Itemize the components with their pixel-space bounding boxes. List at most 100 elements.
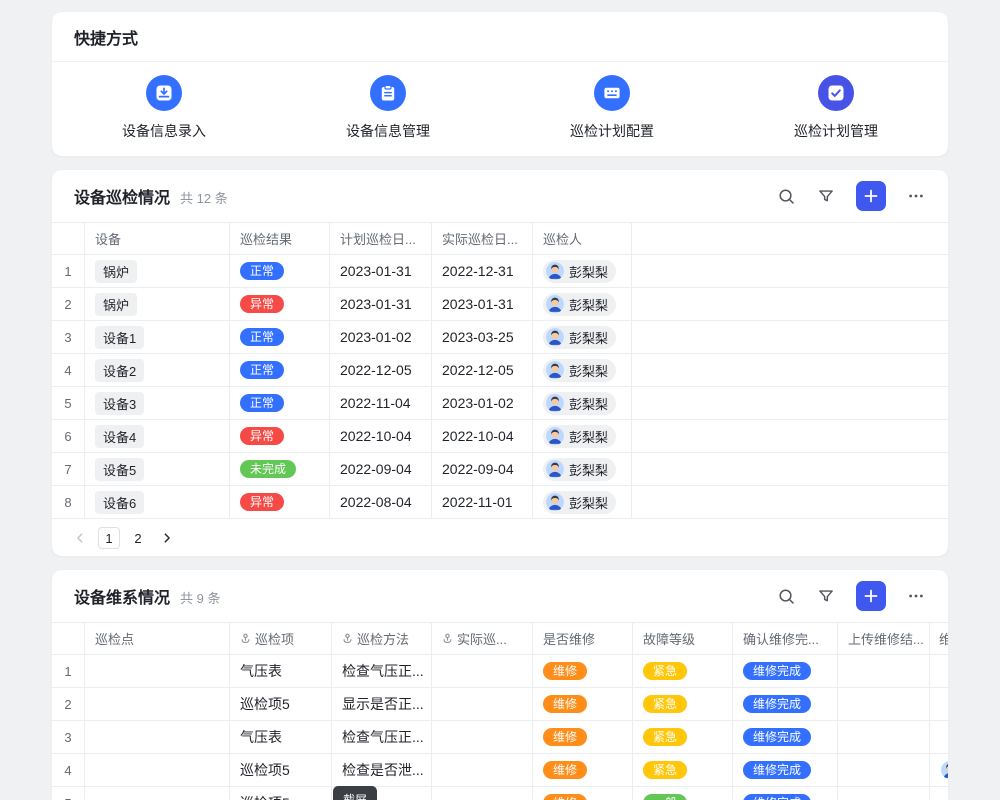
status-badge-cell[interactable]: 紧急: [633, 721, 733, 753]
text-cell[interactable]: 巡检项5: [230, 754, 332, 786]
status-badge-cell[interactable]: 未完成: [230, 453, 330, 485]
column-header[interactable]: 是否维修: [533, 623, 633, 654]
status-badge-cell[interactable]: 维修: [533, 688, 633, 720]
status-badge-cell[interactable]: 正常: [230, 321, 330, 353]
inspector-cell[interactable]: 彭梨梨: [533, 354, 632, 386]
row-index-cell[interactable]: 4: [52, 754, 85, 786]
text-cell[interactable]: 2023-01-02: [432, 387, 533, 419]
empty-cell[interactable]: [838, 655, 930, 687]
more-icon[interactable]: [906, 586, 926, 606]
status-badge-cell[interactable]: 维修完成: [733, 655, 838, 687]
column-header[interactable]: [52, 223, 85, 254]
status-badge-cell[interactable]: 维修完成: [733, 754, 838, 786]
table-row[interactable]: 1锅炉正常2023-01-312022-12-31彭梨梨: [52, 255, 948, 288]
table-row[interactable]: 6设备4异常2022-10-042022-10-04彭梨梨: [52, 420, 948, 453]
table-row[interactable]: 1气压表检查气压正...维修紧急维修完成: [52, 655, 948, 688]
text-cell[interactable]: 检查是否泄...: [332, 754, 432, 786]
shortcut-check[interactable]: 巡检计划管理: [724, 75, 948, 141]
empty-cell[interactable]: [85, 754, 230, 786]
device-cell[interactable]: 设备6: [85, 486, 230, 518]
text-cell[interactable]: 2022-11-01: [432, 486, 533, 518]
table-row[interactable]: 8设备6异常2022-08-042022-11-01彭梨梨: [52, 486, 948, 519]
empty-cell[interactable]: [838, 754, 930, 786]
row-index-cell[interactable]: 4: [52, 354, 85, 386]
text-cell[interactable]: 2022-12-05: [330, 354, 432, 386]
column-header[interactable]: 故障等级: [633, 623, 733, 654]
status-badge-cell[interactable]: 正常: [230, 255, 330, 287]
device-cell[interactable]: 设备4: [85, 420, 230, 452]
text-cell[interactable]: 气压表: [230, 721, 332, 753]
column-header[interactable]: 巡检方法: [332, 623, 432, 654]
status-badge-cell[interactable]: 维修: [533, 754, 633, 786]
shortcut-import[interactable]: 设备信息录入: [52, 75, 276, 141]
text-cell[interactable]: 2022-09-04: [432, 453, 533, 485]
column-header[interactable]: 确认维修完...: [733, 623, 838, 654]
search-icon[interactable]: [776, 586, 796, 606]
status-badge-cell[interactable]: 维修完成: [733, 721, 838, 753]
shortcut-clipboard[interactable]: 设备信息管理: [276, 75, 500, 141]
filter-icon[interactable]: [816, 186, 836, 206]
status-badge-cell[interactable]: 维修: [533, 787, 633, 800]
table-row[interactable]: 2锅炉异常2023-01-312023-01-31彭梨梨: [52, 288, 948, 321]
row-index-cell[interactable]: 6: [52, 420, 85, 452]
inspector-cell[interactable]: [930, 754, 948, 786]
text-cell[interactable]: 2022-11-04: [330, 387, 432, 419]
column-header[interactable]: 实际巡...: [432, 623, 533, 654]
text-cell[interactable]: 检查气压正...: [332, 655, 432, 687]
text-cell[interactable]: 显示是否正...: [332, 688, 432, 720]
table-row[interactable]: 2巡检项5显示是否正...维修紧急维修完成: [52, 688, 948, 721]
column-header[interactable]: 巡检点: [85, 623, 230, 654]
status-badge-cell[interactable]: 异常: [230, 288, 330, 320]
text-cell[interactable]: 2023-01-31: [330, 288, 432, 320]
empty-cell[interactable]: [930, 688, 948, 720]
status-badge-cell[interactable]: 紧急: [633, 688, 733, 720]
inspector-cell[interactable]: 彭梨梨: [533, 387, 632, 419]
empty-cell[interactable]: [930, 721, 948, 753]
status-badge-cell[interactable]: 正常: [230, 354, 330, 386]
column-header[interactable]: 设备: [85, 223, 230, 254]
device-cell[interactable]: 锅炉: [85, 288, 230, 320]
column-header[interactable]: [52, 623, 85, 654]
row-index-cell[interactable]: 2: [52, 288, 85, 320]
empty-cell[interactable]: [85, 721, 230, 753]
status-badge-cell[interactable]: 维修完成: [733, 688, 838, 720]
table-row[interactable]: 4 巡检项5检查是否泄... 维修紧急维修完成: [52, 754, 948, 787]
empty-cell[interactable]: [930, 655, 948, 687]
empty-cell[interactable]: [838, 787, 930, 800]
empty-cell[interactable]: [85, 787, 230, 800]
status-badge-cell[interactable]: 正常: [230, 387, 330, 419]
text-cell[interactable]: 2022-12-05: [432, 354, 533, 386]
status-badge-cell[interactable]: 一般: [633, 787, 733, 800]
row-index-cell[interactable]: 3: [52, 321, 85, 353]
device-cell[interactable]: 锅炉: [85, 255, 230, 287]
device-cell[interactable]: 设备1: [85, 321, 230, 353]
inspector-cell[interactable]: 彭梨梨: [533, 288, 632, 320]
empty-cell[interactable]: [432, 754, 533, 786]
text-cell[interactable]: 2022-09-04: [330, 453, 432, 485]
empty-cell[interactable]: [432, 688, 533, 720]
text-cell[interactable]: 2023-01-31: [330, 255, 432, 287]
status-badge-cell[interactable]: 紧急: [633, 754, 733, 786]
page-button-1[interactable]: 1: [98, 527, 120, 549]
inspector-cell[interactable]: 彭梨梨: [533, 453, 632, 485]
empty-cell[interactable]: [838, 721, 930, 753]
device-cell[interactable]: 设备3: [85, 387, 230, 419]
row-index-cell[interactable]: 1: [52, 655, 85, 687]
page-button-2[interactable]: 2: [127, 527, 149, 549]
add-record-button[interactable]: [856, 181, 886, 211]
empty-cell[interactable]: [930, 787, 948, 800]
row-index-cell[interactable]: 8: [52, 486, 85, 518]
table-row[interactable]: 3设备1正常2023-01-022023-03-25彭梨梨: [52, 321, 948, 354]
column-header[interactable]: 巡检结果: [230, 223, 330, 254]
text-cell[interactable]: 2022-12-31: [432, 255, 533, 287]
device-cell[interactable]: 设备5: [85, 453, 230, 485]
empty-cell[interactable]: [432, 787, 533, 800]
text-cell[interactable]: 2022-10-04: [330, 420, 432, 452]
inspector-cell[interactable]: 彭梨梨: [533, 486, 632, 518]
status-badge-cell[interactable]: 异常: [230, 420, 330, 452]
table-row[interactable]: 4设备2正常2022-12-052022-12-05彭梨梨: [52, 354, 948, 387]
status-badge-cell[interactable]: 维修: [533, 721, 633, 753]
inspector-cell[interactable]: 彭梨梨: [533, 420, 632, 452]
empty-cell[interactable]: [85, 655, 230, 687]
status-badge-cell[interactable]: 紧急: [633, 655, 733, 687]
